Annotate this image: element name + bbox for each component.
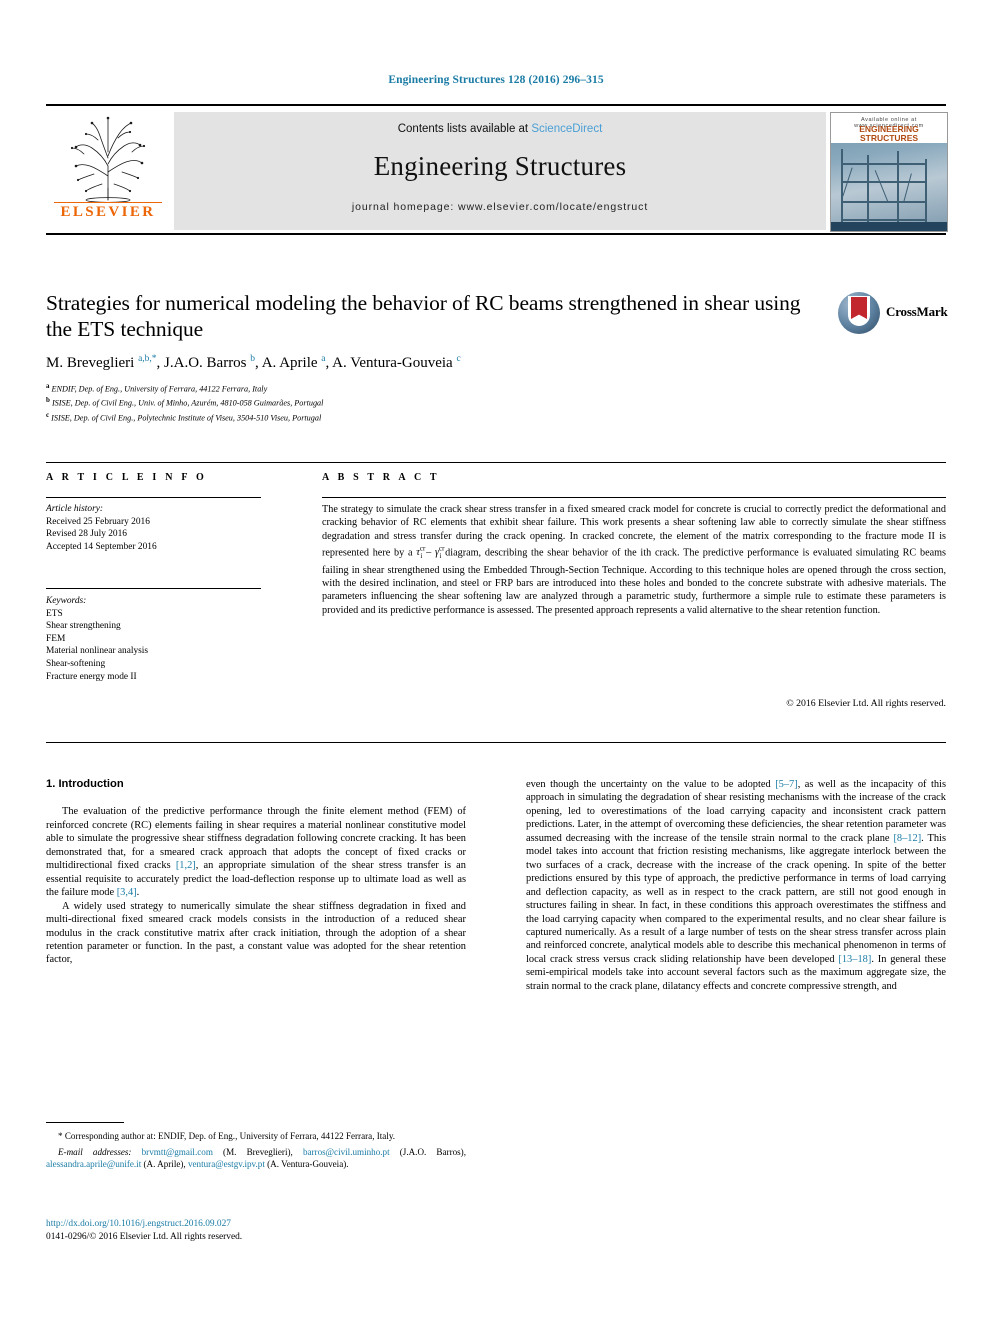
- sciencedirect-link[interactable]: ScienceDirect: [531, 123, 602, 135]
- body-column-left: 1. Introduction The evaluation of the pr…: [46, 778, 466, 967]
- citation-link[interactable]: [5–7]: [775, 779, 798, 790]
- citation-link[interactable]: [1,2]: [176, 860, 196, 871]
- body-paragraph: A widely used strategy to numerically si…: [46, 900, 466, 966]
- keyword-item: ETS: [46, 608, 63, 619]
- cover-bottom-strip: [831, 222, 947, 231]
- contents-prefix: Contents lists available at: [397, 123, 532, 135]
- paper-page: Engineering Structures 128 (2016) 296–31…: [0, 0, 992, 1323]
- page-title: Strategies for numerical modeling the be…: [46, 291, 801, 341]
- article-title-block: Strategies for numerical modeling the be…: [46, 290, 826, 424]
- paragraph-text: even though the uncertainty on the value…: [526, 779, 776, 790]
- email-link[interactable]: barros@civil.uminho.pt: [303, 1147, 390, 1157]
- keyword-item: Material nonlinear analysis: [46, 646, 149, 657]
- keywords-top-rule: [46, 588, 261, 590]
- email-link[interactable]: brvmtt@gmail.com: [142, 1147, 213, 1157]
- cover-structure-art: [837, 149, 941, 227]
- keyword-item: FEM: [46, 633, 66, 644]
- citation-link[interactable]: [13–18]: [838, 954, 871, 965]
- masthead-bottom-rule: [46, 233, 946, 235]
- journal-homepage[interactable]: journal homepage: www.elsevier.com/locat…: [352, 201, 648, 213]
- keywords-label: Keywords:: [46, 596, 87, 606]
- issn-copyright: 0141-0296/© 2016 Elsevier Ltd. All right…: [46, 1231, 243, 1242]
- body-paragraph: The evaluation of the predictive perform…: [46, 805, 466, 899]
- article-history-label: Article history:: [46, 504, 104, 514]
- doi-link[interactable]: http://dx.doi.org/10.1016/j.engstruct.20…: [46, 1218, 466, 1231]
- email-link[interactable]: alessandra.aprile@unife.it: [46, 1159, 141, 1169]
- journal-masthead: ELSEVIER Contents lists available at Sci…: [46, 112, 948, 232]
- history-item: Revised 28 July 2016: [46, 529, 127, 540]
- masthead-center: Contents lists available at ScienceDirec…: [174, 112, 826, 230]
- info-top-rule: [46, 462, 946, 464]
- elsevier-logo: ELSEVIER: [46, 112, 170, 230]
- running-head: Engineering Structures 128 (2016) 296–31…: [388, 74, 604, 86]
- section-heading: 1. Introduction: [46, 778, 124, 790]
- crossmark-badge[interactable]: CrossMark: [838, 292, 948, 336]
- masthead-top-rule: [46, 104, 946, 106]
- article-info-heading: A R T I C L E I N F O: [46, 472, 207, 483]
- abstract-bottom-rule: [46, 742, 946, 744]
- info-sub-rule: [46, 497, 261, 499]
- citation-link[interactable]: [8–12]: [893, 833, 921, 844]
- email-owner: (M. Breveglieri): [223, 1147, 291, 1158]
- crossmark-label: CrossMark: [886, 304, 948, 319]
- email-link[interactable]: ventura@estgv.ipv.pt: [188, 1159, 265, 1169]
- email-owner: (A. Ventura-Gouveia): [267, 1159, 347, 1170]
- body-column-right: even though the uncertainty on the value…: [526, 778, 946, 993]
- paragraph-text: .: [136, 887, 140, 899]
- abstract-text: The strategy to simulate the crack shear…: [322, 503, 946, 617]
- affiliation-item: b ISISE, Dep. of Civil Eng., Univ. of Mi…: [46, 396, 324, 409]
- cover-title-line2: STRUCTURES: [859, 133, 919, 143]
- keywords-block: Keywords: ETS Shear strengthening FEM Ma…: [46, 595, 276, 683]
- corresponding-author-text: Corresponding author at: ENDIF, Dep. of …: [62, 1131, 396, 1141]
- abstract-heading: A B S T R A C T: [322, 472, 440, 483]
- journal-title: Engineering Structures: [373, 151, 627, 181]
- elsevier-wordmark: ELSEVIER: [60, 204, 156, 220]
- body-paragraph: even though the uncertainty on the value…: [526, 778, 946, 993]
- history-item: Accepted 14 September 2016: [46, 541, 157, 552]
- affiliation-list: a ENDIF, Dep. of Eng., University of Fer…: [46, 381, 826, 424]
- email-addresses: E-mail addresses: brvmtt@gmail.com (M. B…: [46, 1147, 466, 1170]
- abstract-formula: τcri – γcri: [416, 544, 445, 561]
- abstract-sub-rule: [322, 497, 946, 499]
- journal-cover-thumbnail: Available online at www.sciencedirect.co…: [830, 112, 948, 232]
- history-item: Received 25 February 2016: [46, 516, 150, 527]
- cover-title: ENGINEERING STRUCTURES: [831, 125, 947, 143]
- author-list: M. Breveglieri a,b,*, J.A.O. Barros b, A…: [46, 354, 461, 371]
- footnote-rule: [46, 1122, 124, 1124]
- doi-block: http://dx.doi.org/10.1016/j.engstruct.20…: [46, 1218, 466, 1243]
- elsevier-tree-icon: [70, 116, 146, 202]
- article-history: Article history: Received 25 February 20…: [46, 503, 276, 553]
- keyword-item: Fracture energy mode II: [46, 671, 137, 682]
- citation-link[interactable]: [3,4]: [117, 887, 137, 898]
- keyword-item: Shear strengthening: [46, 621, 121, 632]
- contents-line: Contents lists available at ScienceDirec…: [398, 123, 603, 135]
- email-label: E-mail addresses:: [58, 1147, 132, 1158]
- crossmark-circle-icon: [838, 292, 880, 334]
- affiliation-item: a ENDIF, Dep. of Eng., University of Fer…: [46, 382, 268, 394]
- email-owner: (A. Aprile): [143, 1159, 184, 1170]
- keyword-item: Shear-softening: [46, 658, 106, 669]
- footnote-block: * Corresponding author at: ENDIF, Dep. o…: [46, 1130, 466, 1171]
- email-owner: (J.A.O. Barros): [399, 1147, 464, 1158]
- corresponding-author-note: * Corresponding author at: ENDIF, Dep. o…: [46, 1130, 466, 1142]
- affiliation-item: c ISISE, Dep. of Civil Eng., Polytechnic…: [46, 410, 322, 423]
- abstract-copyright: © 2016 Elsevier Ltd. All rights reserved…: [786, 698, 946, 709]
- paragraph-text: . This model takes into account that fri…: [526, 832, 946, 965]
